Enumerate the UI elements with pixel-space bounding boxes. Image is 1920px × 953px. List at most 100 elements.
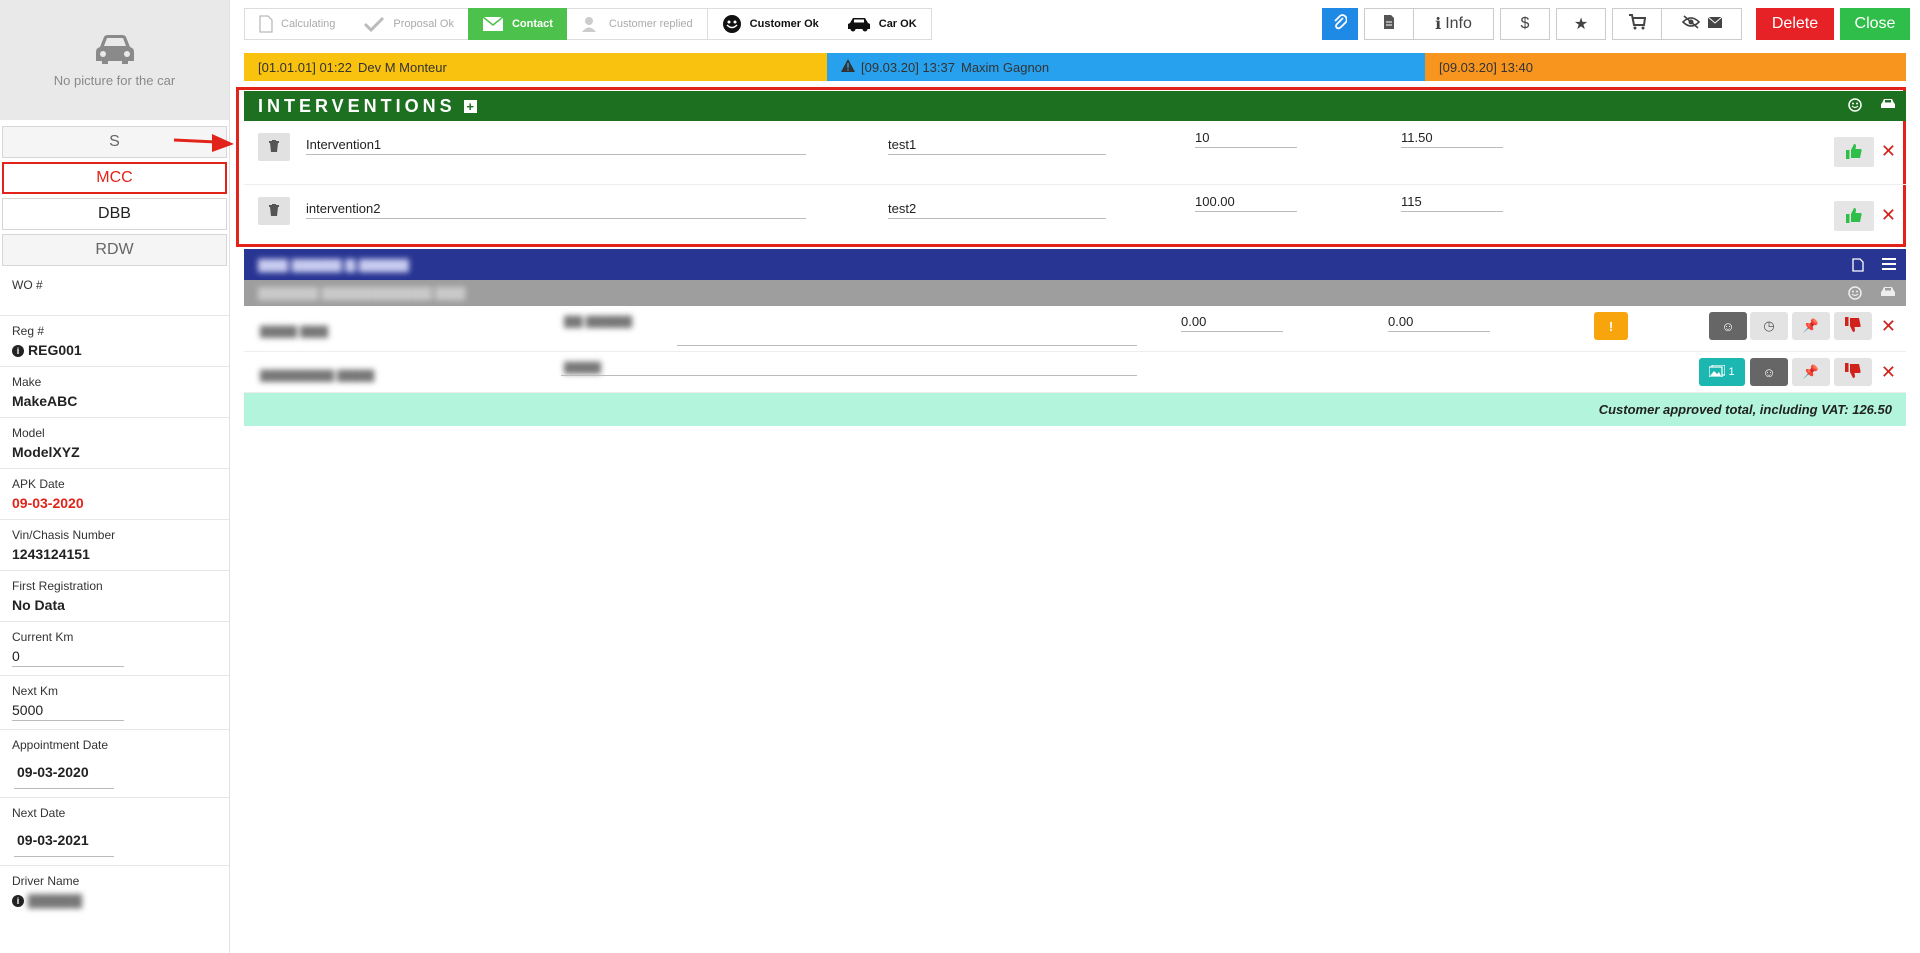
photo-count: 1 [1728, 366, 1735, 378]
close-button[interactable]: Close [1840, 8, 1910, 40]
intervention-price-vat-input[interactable]: 115 [1401, 194, 1503, 212]
current-km-input[interactable]: 0 [12, 648, 124, 667]
thumbs-down-icon [1845, 362, 1861, 382]
tab-dbb[interactable]: DBB [2, 198, 227, 230]
customer-button[interactable]: ☺ [1750, 358, 1788, 386]
tab-rdw[interactable]: RDW [2, 234, 227, 266]
intervention-description-input[interactable]: test1 [888, 137, 1106, 155]
pin-button[interactable]: 📌 [1792, 312, 1830, 340]
current-km-field: Current Km 0 [0, 622, 229, 676]
delete-intervention-button[interactable] [258, 133, 290, 161]
item-row: ▇▇▇▇ ▇▇▇ ▇▇ ▇▇▇▇▇ 0.00 0.00 ! ☺ ◷ 📌 ✕ [244, 306, 1906, 352]
attachment-button[interactable] [1322, 8, 1358, 40]
smiley-icon[interactable] [1848, 286, 1862, 303]
intervention-price-input[interactable]: 10 [1195, 130, 1297, 148]
intervention-name-input[interactable]: intervention2 [306, 201, 806, 219]
timeline-entry: [09.03.20] 13:40 [1425, 53, 1906, 81]
smiley-icon[interactable] [1848, 98, 1862, 115]
intervention-price-input[interactable]: 100.00 [1195, 194, 1297, 212]
favorite-button[interactable]: ★ [1556, 8, 1606, 40]
hide-message-button[interactable] [1662, 8, 1742, 40]
reject-icon[interactable]: ✕ [1881, 141, 1896, 162]
document-button[interactable] [1364, 8, 1414, 40]
car-icon[interactable] [1880, 286, 1896, 303]
menu-icon[interactable] [1882, 258, 1896, 275]
reject-icon[interactable]: ✕ [1881, 205, 1896, 226]
section-subtitle-redacted: ▇▇▇▇▇▇ ▇▇▇▇▇▇▇▇▇▇▇ ▇▇▇ [258, 285, 466, 300]
clock-button[interactable]: ◷ [1750, 312, 1788, 340]
item-row: ▇▇▇▇▇▇▇▇ ▇▇▇▇ ▇▇▇▇ 1 ☺ 📌 ✕ [244, 352, 1906, 393]
item-price-input[interactable]: 0.00 [1181, 314, 1283, 332]
user-icon [581, 16, 601, 32]
current-km-label: Current Km [12, 630, 74, 644]
approve-button[interactable] [1834, 137, 1874, 167]
intervention-description-input[interactable]: test2 [888, 201, 1106, 219]
pdf-icon[interactable] [1852, 258, 1864, 275]
next-km-input[interactable]: 5000 [12, 702, 124, 721]
driver-name-field: Driver Name i ▇▇▇▇▇ [0, 866, 229, 917]
item-price-vat-input[interactable]: 0.00 [1388, 314, 1490, 332]
remove-icon[interactable]: ✕ [1881, 316, 1896, 337]
intervention-name-input[interactable]: Intervention1 [306, 137, 806, 155]
next-date-label: Next Date [12, 806, 66, 820]
interventions-title: INTERVENTIONS [258, 95, 456, 116]
disapprove-button[interactable] [1834, 358, 1872, 386]
eye-slash-icon [1681, 14, 1700, 34]
wo-label: WO # [12, 278, 43, 292]
appointment-date-label: Appointment Date [12, 738, 109, 752]
item-description-input[interactable] [561, 358, 1137, 376]
info-icon[interactable]: i [12, 895, 24, 907]
tab-mcc[interactable]: MCC [2, 162, 227, 194]
timeline-entry: [01.01.01] 01:22 Dev M Monteur [244, 53, 827, 81]
make-field: Make MakeABC [0, 367, 229, 418]
delete-intervention-button[interactable] [258, 197, 290, 225]
section-subheader: ▇▇▇▇▇▇ ▇▇▇▇▇▇▇▇▇▇▇ ▇▇▇ [244, 280, 1906, 306]
item-description-input[interactable] [677, 328, 1137, 346]
timeline-name: Maxim Gagnon [960, 59, 1050, 75]
model-label: Model [12, 426, 45, 440]
step-proposal-ok[interactable]: Proposal Ok [349, 8, 468, 40]
disapprove-button[interactable] [1834, 312, 1872, 340]
reg-field: Reg # i REG001 [0, 316, 229, 367]
pin-button[interactable]: 📌 [1792, 358, 1830, 386]
intervention-row: Intervention1 test1 10 11.50 ✕ [244, 121, 1906, 185]
toolbar: ℹ Info $ ★ Delete Close [1316, 8, 1910, 40]
warning-icon [841, 59, 855, 75]
next-date-input[interactable]: 09-03-2021 [14, 824, 114, 857]
photos-button[interactable]: 1 [1699, 358, 1745, 386]
car-icon[interactable] [1880, 98, 1896, 115]
appointment-date-input[interactable]: 09-03-2020 [14, 756, 114, 789]
document-icon [1383, 14, 1395, 35]
step-customer-ok[interactable]: Customer Ok [706, 8, 833, 40]
pin-icon: 📌 [1802, 364, 1820, 379]
info-button[interactable]: ℹ Info [1414, 8, 1494, 40]
first-registration-value: No Data [12, 597, 65, 613]
delete-button[interactable]: Delete [1756, 8, 1834, 40]
customer-button[interactable]: ☺ [1709, 312, 1747, 340]
intervention-price-vat-input[interactable]: 11.50 [1401, 130, 1503, 148]
cart-button[interactable] [1612, 8, 1662, 40]
star-icon: ★ [1573, 16, 1589, 33]
car-photo-placeholder: No picture for the car [0, 0, 229, 120]
next-km-field: Next Km 5000 [0, 676, 229, 730]
approve-button[interactable] [1834, 201, 1874, 231]
add-intervention-icon[interactable]: + [463, 99, 477, 113]
apk-field: APK Date 09-03-2020 [0, 469, 229, 520]
step-contact[interactable]: Contact [467, 8, 567, 40]
step-customer-replied[interactable]: Customer replied [566, 8, 707, 40]
remove-icon[interactable]: ✕ [1881, 362, 1896, 383]
clock-icon: ◷ [1763, 318, 1775, 333]
vin-value: 1243124151 [12, 546, 90, 562]
step-car-ok[interactable]: Car OK [832, 8, 932, 40]
step-label: Customer replied [608, 18, 693, 30]
warning-button[interactable]: ! [1594, 312, 1628, 340]
dollar-icon: $ [1520, 15, 1530, 32]
car-icon [95, 34, 134, 64]
trash-icon [269, 139, 279, 155]
pricing-button[interactable]: $ [1500, 8, 1550, 40]
wo-field: WO # [0, 270, 229, 316]
vin-label: Vin/Chasis Number [12, 528, 116, 542]
info-icon[interactable]: i [12, 345, 24, 357]
step-calculating[interactable]: Calculating [244, 8, 350, 40]
trash-icon [269, 203, 279, 219]
